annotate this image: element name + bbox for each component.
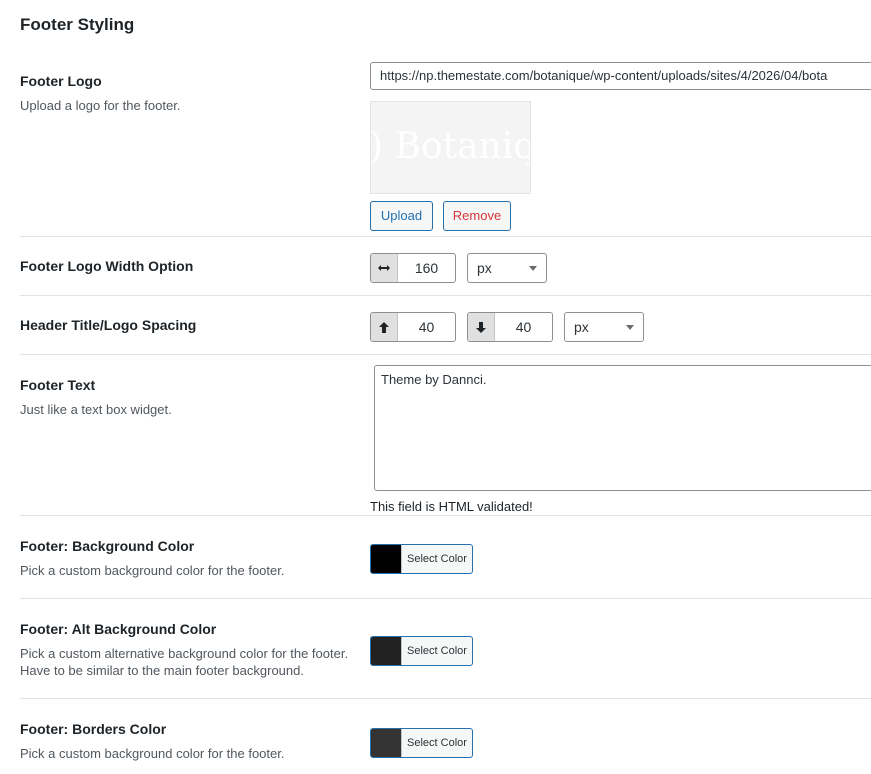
logo-width-value: 160 — [414, 260, 439, 276]
color-swatch — [371, 729, 402, 757]
color-swatch — [371, 637, 402, 665]
upload-button[interactable]: Upload — [370, 201, 433, 231]
bg-color-label: Footer: Background Color — [20, 538, 195, 554]
color-swatch — [371, 545, 402, 573]
select-color-label: Select Color — [407, 645, 467, 657]
alt-bg-color-description: Pick a custom alternative background col… — [20, 646, 349, 661]
footer-text-textarea[interactable]: Theme by Dannci. — [374, 365, 871, 491]
alt-bg-color-picker-button[interactable]: Select Color — [370, 636, 473, 666]
spacing-bottom-value: 40 — [515, 319, 532, 335]
logo-width-input[interactable]: 160 — [370, 253, 456, 283]
select-color-label: Select Color — [407, 737, 467, 749]
spacing-unit: px — [574, 319, 589, 335]
divider — [20, 295, 871, 296]
footer-logo-url-input[interactable]: https://np.themestate.com/botanique/wp-c… — [370, 62, 871, 90]
spacing-top-value: 40 — [418, 319, 435, 335]
bg-color-description: Pick a custom background color for the f… — [20, 563, 285, 578]
bg-color-picker-button[interactable]: Select Color — [370, 544, 473, 574]
logo-width-unit-select[interactable]: px — [467, 253, 547, 283]
logo-width-label: Footer Logo Width Option — [20, 258, 194, 274]
divider — [20, 515, 871, 516]
remove-button[interactable]: Remove — [443, 201, 511, 231]
borders-color-description: Pick a custom background color for the f… — [20, 746, 285, 761]
arrow-down-icon — [468, 313, 495, 341]
arrow-up-icon — [371, 313, 398, 341]
borders-color-picker-button[interactable]: Select Color — [370, 728, 473, 758]
validation-note: This field is HTML validated! — [370, 499, 533, 514]
chevron-down-icon — [626, 325, 634, 330]
footer-logo-description: Upload a logo for the footer. — [20, 98, 181, 113]
footer-logo-label: Footer Logo — [20, 73, 102, 89]
divider — [20, 354, 871, 355]
logo-preview-text: ) Botaniq — [370, 126, 531, 167]
horizontal-arrows-icon — [371, 254, 398, 282]
section-title: Footer Styling — [20, 15, 135, 34]
divider — [20, 598, 871, 599]
divider — [20, 698, 871, 699]
alt-bg-color-description-2: Have to be similar to the main footer ba… — [20, 663, 304, 678]
chevron-down-icon — [529, 266, 537, 271]
spacing-top-input[interactable]: 40 — [370, 312, 456, 342]
borders-color-label: Footer: Borders Color — [20, 721, 167, 737]
spacing-unit-select[interactable]: px — [564, 312, 644, 342]
header-spacing-label: Header Title/Logo Spacing — [20, 317, 197, 333]
footer-text-label: Footer Text — [20, 377, 96, 393]
divider — [20, 236, 871, 237]
select-color-label: Select Color — [407, 553, 467, 565]
logo-width-unit: px — [477, 260, 492, 276]
spacing-bottom-input[interactable]: 40 — [467, 312, 553, 342]
footer-text-description: Just like a text box widget. — [20, 402, 172, 417]
alt-bg-color-label: Footer: Alt Background Color — [20, 621, 217, 637]
footer-logo-preview: ) Botaniq — [370, 101, 531, 194]
